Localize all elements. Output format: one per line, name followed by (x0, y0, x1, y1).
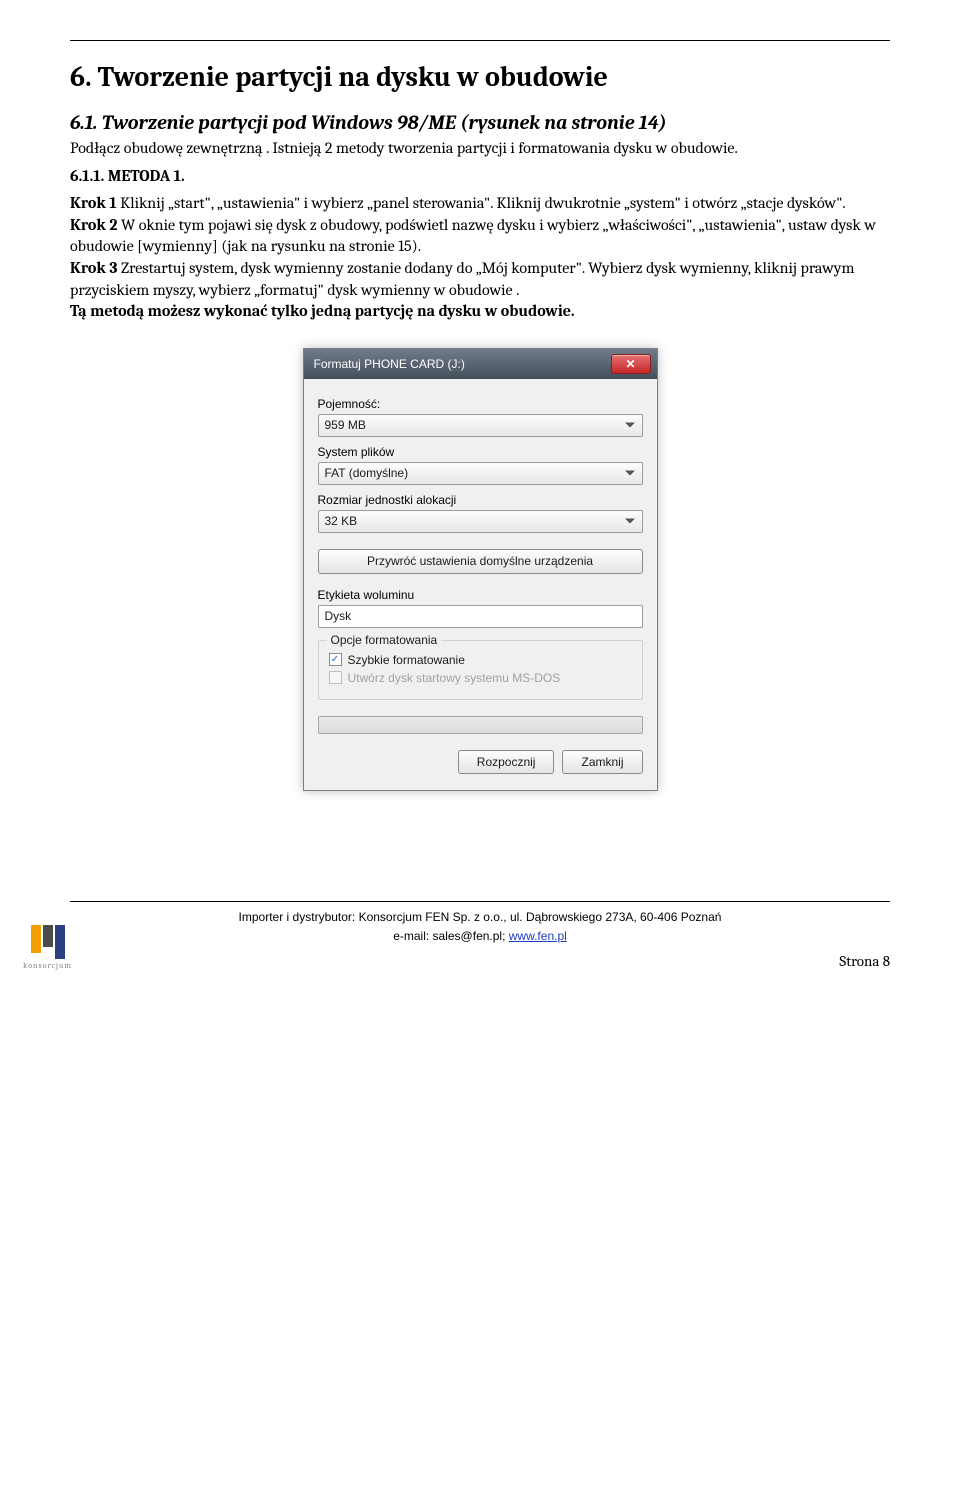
top-rule (70, 40, 890, 41)
alloc-select[interactable]: 32 KB (318, 510, 643, 533)
restore-defaults-label: Przywróć ustawienia domyślne urządzenia (367, 554, 593, 568)
options-groupbox: Opcje formatowania ✓ Szybkie formatowani… (318, 640, 643, 700)
step-1-label: Krok 1 (70, 194, 117, 212)
close-dialog-label: Zamknij (581, 755, 623, 769)
step-2: Krok 2 W oknie tym pojawi się dysk z obu… (70, 215, 890, 258)
progress-bar (318, 716, 643, 734)
metoda-heading: 6.1.1. METODA 1. (70, 166, 890, 188)
footer: konsorcjum Importer i dystrybutor: Konso… (70, 901, 890, 970)
fen-logo: konsorcjum (20, 920, 75, 975)
start-button[interactable]: Rozpocznij (458, 750, 555, 774)
volume-value: Dysk (325, 609, 352, 623)
alloc-value: 32 KB (325, 514, 358, 528)
step-2-text: W oknie tym pojawi się dysk z obudowy, p… (70, 216, 876, 256)
volume-input[interactable]: Dysk (318, 605, 643, 628)
format-dialog: Formatuj PHONE CARD (J:) ✕ Pojemność: 95… (303, 348, 658, 791)
intro-paragraph: Podłącz obudowę zewnętrzną . Istnieją 2 … (70, 138, 890, 160)
note: Tą metodą możesz wykonać tylko jedną par… (70, 301, 890, 323)
section-subtitle: 6.1. Tworzenie partycji pod Windows 98/M… (70, 111, 890, 134)
msdos-boot-checkbox: Utwórz dysk startowy systemu MS-DOS (329, 671, 634, 685)
quick-format-label: Szybkie formatowanie (348, 653, 465, 667)
filesystem-value: FAT (domyślne) (325, 466, 409, 480)
step-1-text: Kliknij „start", „ustawienia" i wybierz … (117, 194, 846, 212)
start-button-label: Rozpocznij (477, 755, 536, 769)
footer-line-1: Importer i dystrybutor: Konsorcjum FEN S… (70, 908, 890, 927)
dialog-title: Formatuj PHONE CARD (J:) (314, 357, 611, 371)
dialog-body: Pojemność: 959 MB System plików FAT (dom… (304, 379, 657, 734)
step-2-label: Krok 2 (70, 216, 117, 234)
dialog-button-row: Rozpocznij Zamknij (304, 734, 657, 780)
logo-bar-orange (31, 925, 41, 953)
alloc-label: Rozmiar jednostki alokacji (318, 493, 643, 507)
logo-text: konsorcjum (23, 961, 72, 970)
close-button[interactable]: ✕ (611, 354, 651, 374)
checkbox-empty-icon (329, 671, 342, 684)
checkbox-checked-icon: ✓ (329, 653, 342, 666)
options-legend: Opcje formatowania (327, 633, 442, 647)
msdos-boot-label: Utwórz dysk startowy systemu MS-DOS (348, 671, 561, 685)
close-icon: ✕ (625, 357, 635, 371)
quick-format-checkbox[interactable]: ✓ Szybkie formatowanie (329, 653, 634, 667)
filesystem-select[interactable]: FAT (domyślne) (318, 462, 643, 485)
filesystem-label: System plików (318, 445, 643, 459)
capacity-label: Pojemność: (318, 397, 643, 411)
footer-link[interactable]: www.fen.pl (509, 929, 567, 943)
logo-bar-blue (55, 925, 65, 959)
capacity-value: 959 MB (325, 418, 366, 432)
logo-bar-gray (43, 925, 53, 947)
titlebar[interactable]: Formatuj PHONE CARD (J:) ✕ (304, 349, 657, 379)
close-dialog-button[interactable]: Zamknij (562, 750, 642, 774)
step-3: Krok 3 Zrestartuj system, dysk wymienny … (70, 258, 890, 301)
footer-line-2-prefix: e-mail: sales@fen.pl; (393, 929, 509, 943)
steps-block: Krok 1 Kliknij „start", „ustawienia" i w… (70, 193, 890, 323)
footer-line-2: e-mail: sales@fen.pl; www.fen.pl (70, 927, 890, 946)
step-3-label: Krok 3 (70, 259, 117, 277)
figure-wrap: Formatuj PHONE CARD (J:) ✕ Pojemność: 95… (70, 348, 890, 791)
page-title: 6. Tworzenie partycji na dysku w obudowi… (70, 61, 890, 93)
restore-defaults-button[interactable]: Przywróć ustawienia domyślne urządzenia (318, 549, 643, 574)
volume-label: Etykieta woluminu (318, 588, 643, 602)
step-3-text: Zrestartuj system, dysk wymienny zostani… (70, 259, 854, 299)
footer-rule (70, 901, 890, 902)
capacity-select[interactable]: 959 MB (318, 414, 643, 437)
page-number: Strona 8 (70, 952, 890, 970)
step-1: Krok 1 Kliknij „start", „ustawienia" i w… (70, 193, 890, 215)
